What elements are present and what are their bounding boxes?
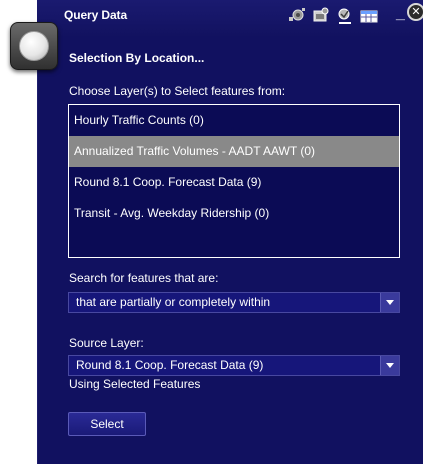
minimize-button[interactable]: _	[396, 4, 408, 24]
close-button[interactable]: ✕	[407, 3, 423, 21]
query-data-widget: Query Data _ ✕ Selection By Location... …	[0, 0, 423, 464]
list-item[interactable]: Hourly Traffic Counts (0)	[69, 105, 399, 136]
choose-layers-label: Choose Layer(s) to Select features from:	[69, 84, 286, 98]
chevron-down-icon[interactable]	[380, 356, 399, 375]
widget-logo-icon	[19, 31, 49, 61]
list-item[interactable]: Annualized Traffic Volumes - AADT AAWT (…	[69, 136, 399, 167]
list-item[interactable]: Transit - Avg. Weekday Ridership (0)	[69, 198, 399, 229]
close-icon: ✕	[411, 5, 421, 18]
select-button[interactable]: Select	[68, 412, 146, 436]
section-heading: Selection By Location...	[69, 51, 205, 65]
search-features-label: Search for features that are:	[69, 271, 219, 285]
query-layers-icon[interactable]	[311, 6, 331, 26]
layer-list[interactable]: Hourly Traffic Counts (0) Annualized Tra…	[68, 104, 400, 258]
source-layer-value: Round 8.1 Coop. Forecast Data (9)	[76, 358, 264, 372]
using-selected-features-label: Using Selected Features	[69, 377, 201, 391]
chevron-down-icon[interactable]	[380, 293, 399, 312]
table-view-icon[interactable]	[359, 6, 379, 26]
list-item[interactable]: Round 8.1 Coop. Forecast Data (9)	[69, 167, 399, 198]
window-title: Query Data	[64, 8, 128, 22]
source-layer-label: Source Layer:	[69, 336, 144, 350]
selection-tool-icon[interactable]	[287, 6, 307, 26]
spatial-relation-select[interactable]: that are partially or completely within	[68, 292, 400, 313]
widget-badge	[10, 22, 58, 70]
query-results-icon[interactable]	[335, 6, 355, 26]
spatial-relation-value: that are partially or completely within	[76, 295, 271, 309]
source-layer-select[interactable]: Round 8.1 Coop. Forecast Data (9)	[68, 355, 400, 376]
